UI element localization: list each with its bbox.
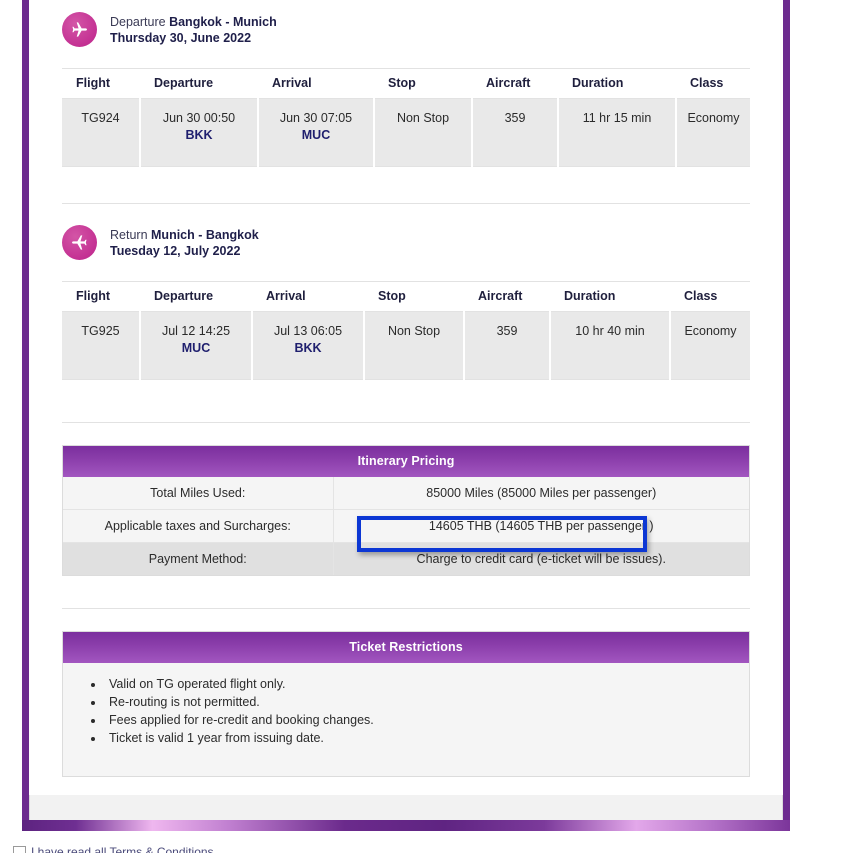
table-header-row: Flight Departure Arrival Stop Aircraft D… [62, 281, 750, 312]
col-duration: Duration [550, 281, 670, 312]
pricing-value-payment-method: Charge to credit card (e-ticket will be … [333, 542, 749, 575]
itinerary-pricing-table: Total Miles Used: 85000 Miles (85000 Mil… [63, 477, 749, 575]
cell-stop: Non Stop [364, 311, 465, 380]
return-leg-header: Return Munich - Bangkok Tuesday 12, July… [62, 225, 750, 260]
departure-time: Jul 12 14:25 [161, 324, 231, 338]
arrival-time: Jun 30 07:05 [279, 111, 353, 125]
departure-time: Jun 30 00:50 [162, 111, 236, 125]
table-row: TG925 Jul 12 14:25 MUC Jul 13 06:05 BKK … [62, 311, 750, 380]
col-flight: Flight [62, 68, 140, 99]
arrival-airport: BKK [294, 341, 322, 355]
cell-departure: Jun 30 00:50 BKK [140, 98, 259, 167]
col-arrival: Arrival [258, 68, 374, 99]
arrival-time: Jul 13 06:05 [273, 324, 343, 338]
list-item: Valid on TG operated flight only. [105, 676, 749, 693]
airplane-right-icon [62, 12, 97, 47]
table-row: Payment Method: Charge to credit card (e… [63, 542, 749, 575]
terms-checkbox[interactable] [13, 845, 26, 853]
col-stop: Stop [364, 281, 464, 312]
col-class: Class [676, 68, 750, 99]
cell-departure: Jul 12 14:25 MUC [140, 311, 253, 380]
pricing-value-total-miles: 85000 Miles (85000 Miles per passenger) [333, 477, 749, 510]
ticket-restrictions-title: Ticket Restrictions [63, 632, 749, 663]
cell-duration: 10 hr 40 min [550, 311, 671, 380]
booking-summary-page: Departure Bangkok - Munich Thursday 30, … [0, 0, 866, 853]
return-date: Tuesday 12, July 2022 [110, 243, 241, 258]
itinerary-pricing-panel: Itinerary Pricing Total Miles Used: 8500… [62, 445, 750, 576]
col-aircraft: Aircraft [472, 68, 558, 99]
cell-flight: TG925 [62, 311, 141, 380]
col-arrival: Arrival [252, 281, 364, 312]
pricing-value-taxes: 14605 THB (14605 THB per passenger ) [333, 509, 749, 543]
itinerary-card: Departure Bangkok - Munich Thursday 30, … [22, 0, 790, 825]
arrival-airport: MUC [301, 128, 331, 142]
cell-flight: TG924 [62, 98, 141, 167]
cell-arrival: Jun 30 07:05 MUC [258, 98, 375, 167]
return-flight-table: Flight Departure Arrival Stop Aircraft D… [62, 281, 750, 380]
departure-airport: MUC [181, 341, 211, 355]
table-row: TG924 Jun 30 00:50 BKK Jun 30 07:05 MUC … [62, 98, 750, 167]
pricing-key-total-miles: Total Miles Used: [63, 477, 334, 510]
ticket-restrictions-list: Valid on TG operated flight only. Re-rou… [63, 663, 749, 776]
card-bottom-fill [29, 795, 783, 820]
departure-label: Departure [110, 14, 166, 29]
col-flight: Flight [62, 281, 140, 312]
return-leg-text: Return Munich - Bangkok Tuesday 12, July… [110, 227, 259, 259]
return-label: Return [110, 227, 148, 242]
cell-aircraft: 359 [472, 98, 559, 167]
terms-and-conditions-row[interactable]: I have read all Terms & Conditions [13, 845, 214, 853]
cell-class: Economy [676, 98, 750, 167]
pricing-section-divider [62, 422, 750, 423]
cell-aircraft: 359 [464, 311, 551, 380]
table-row: Applicable taxes and Surcharges: 14605 T… [63, 509, 749, 543]
table-header-row: Flight Departure Arrival Stop Aircraft D… [62, 68, 750, 99]
terms-label[interactable]: I have read all Terms & Conditions [31, 845, 214, 853]
pricing-key-payment-method: Payment Method: [63, 542, 334, 575]
list-item: Fees applied for re-credit and booking c… [105, 712, 749, 729]
restrictions-section-divider [62, 608, 750, 609]
itinerary-card-inner: Departure Bangkok - Munich Thursday 30, … [29, 0, 783, 825]
cell-stop: Non Stop [374, 98, 473, 167]
itinerary-pricing-title: Itinerary Pricing [63, 446, 749, 477]
cell-arrival: Jul 13 06:05 BKK [252, 311, 365, 380]
leg-divider [62, 203, 750, 204]
cell-duration: 11 hr 15 min [558, 98, 677, 167]
list-item: Ticket is valid 1 year from issuing date… [105, 730, 749, 747]
departure-date: Thursday 30, June 2022 [110, 30, 252, 45]
departure-airport: BKK [185, 128, 213, 142]
col-aircraft: Aircraft [464, 281, 550, 312]
col-departure: Departure [140, 281, 252, 312]
ticket-restrictions-panel: Ticket Restrictions Valid on TG operated… [62, 631, 750, 777]
list-item: Re-routing is not permitted. [105, 694, 749, 711]
departure-leg-text: Departure Bangkok - Munich Thursday 30, … [110, 14, 277, 46]
col-departure: Departure [140, 68, 258, 99]
return-route: Munich - Bangkok [151, 227, 259, 242]
card-footer-gradient-bar [22, 820, 790, 831]
departure-flight-table: Flight Departure Arrival Stop Aircraft D… [62, 68, 750, 167]
departure-leg-header: Departure Bangkok - Munich Thursday 30, … [62, 12, 750, 47]
col-duration: Duration [558, 68, 676, 99]
cell-class: Economy [670, 311, 750, 380]
table-row: Total Miles Used: 85000 Miles (85000 Mil… [63, 477, 749, 510]
departure-route: Bangkok - Munich [169, 14, 277, 29]
pricing-key-taxes: Applicable taxes and Surcharges: [63, 509, 334, 543]
col-class: Class [670, 281, 750, 312]
col-stop: Stop [374, 68, 472, 99]
airplane-left-icon [62, 225, 97, 260]
